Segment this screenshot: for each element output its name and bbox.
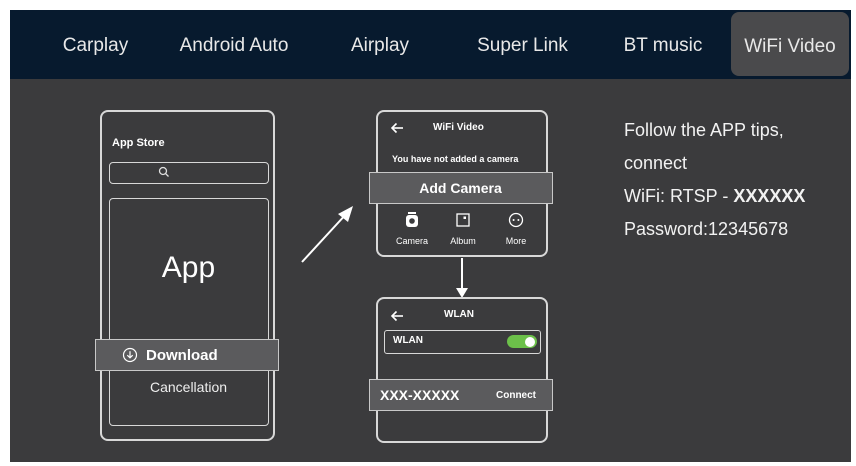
- network-row[interactable]: XXX-XXXXX Connect: [369, 379, 553, 411]
- arrow-right-up-icon: [301, 206, 353, 263]
- wifi-line: WiFi: RTSP - XXXXXX: [624, 180, 805, 213]
- more-icon: [508, 212, 524, 228]
- no-camera-message: You have not added a camera: [392, 154, 519, 164]
- download-button[interactable]: Download: [95, 339, 279, 371]
- tab-bt-music[interactable]: BT music: [608, 10, 718, 79]
- nav-more[interactable]: More: [496, 212, 536, 248]
- nav-camera-label: Camera: [395, 236, 428, 246]
- search-input[interactable]: [109, 162, 269, 184]
- back-arrow-icon[interactable]: [390, 122, 404, 134]
- tab-wifi-video[interactable]: WiFi Video: [731, 12, 849, 76]
- nav-album[interactable]: Album: [443, 212, 483, 248]
- wlan-label: WLAN: [393, 335, 423, 346]
- search-icon: [158, 166, 169, 177]
- wlan-toggle[interactable]: [507, 335, 537, 348]
- nav-album-label: Album: [450, 236, 476, 246]
- arrow-down-icon: [456, 258, 468, 298]
- password-line: Password:12345678: [624, 219, 789, 239]
- network-name: XXX-XXXXX: [380, 387, 460, 403]
- app-tile[interactable]: App Cancellation: [109, 198, 269, 426]
- add-camera-button[interactable]: Add Camera: [369, 172, 553, 204]
- wlan-toggle-knob: [525, 336, 535, 347]
- app-label: App: [161, 251, 216, 284]
- download-icon: [122, 347, 138, 363]
- instructions: Follow the APP tips, connect WiFi: RTSP …: [624, 114, 805, 246]
- download-label: Download: [146, 347, 218, 364]
- wifi-prefix: WiFi: RTSP -: [624, 186, 729, 206]
- instructions-line1: Follow the APP tips,: [624, 120, 784, 140]
- phone-app-store: App Store App Cancellation: [100, 110, 275, 441]
- back-arrow-icon[interactable]: [390, 310, 404, 322]
- album-icon: [456, 213, 470, 227]
- nav-camera[interactable]: Camera: [392, 212, 432, 248]
- add-camera-label: Add Camera: [419, 180, 502, 196]
- tab-android-auto[interactable]: Android Auto: [160, 10, 308, 79]
- tab-airplay[interactable]: Airplay: [330, 10, 430, 79]
- tab-super-link[interactable]: Super Link: [460, 10, 585, 79]
- wifi-video-title: WiFi Video: [433, 122, 484, 133]
- camera-icon: [406, 212, 418, 227]
- connect-button[interactable]: Connect: [496, 390, 536, 401]
- app-store-title: App Store: [112, 137, 165, 149]
- wlan-title: WLAN: [444, 309, 474, 320]
- tab-bar: Carplay Android Auto Airplay Super Link …: [10, 10, 851, 79]
- wifi-value: XXXXXX: [733, 186, 806, 206]
- phone-wlan: WLAN WLAN: [376, 297, 548, 443]
- instructions-line2: connect: [624, 153, 688, 173]
- app-frame: Carplay Android Auto Airplay Super Link …: [10, 10, 851, 462]
- cancellation-button[interactable]: Cancellation: [110, 379, 267, 395]
- tab-carplay[interactable]: Carplay: [38, 10, 153, 79]
- wlan-row: WLAN: [384, 330, 541, 354]
- nav-more-label: More: [505, 236, 527, 246]
